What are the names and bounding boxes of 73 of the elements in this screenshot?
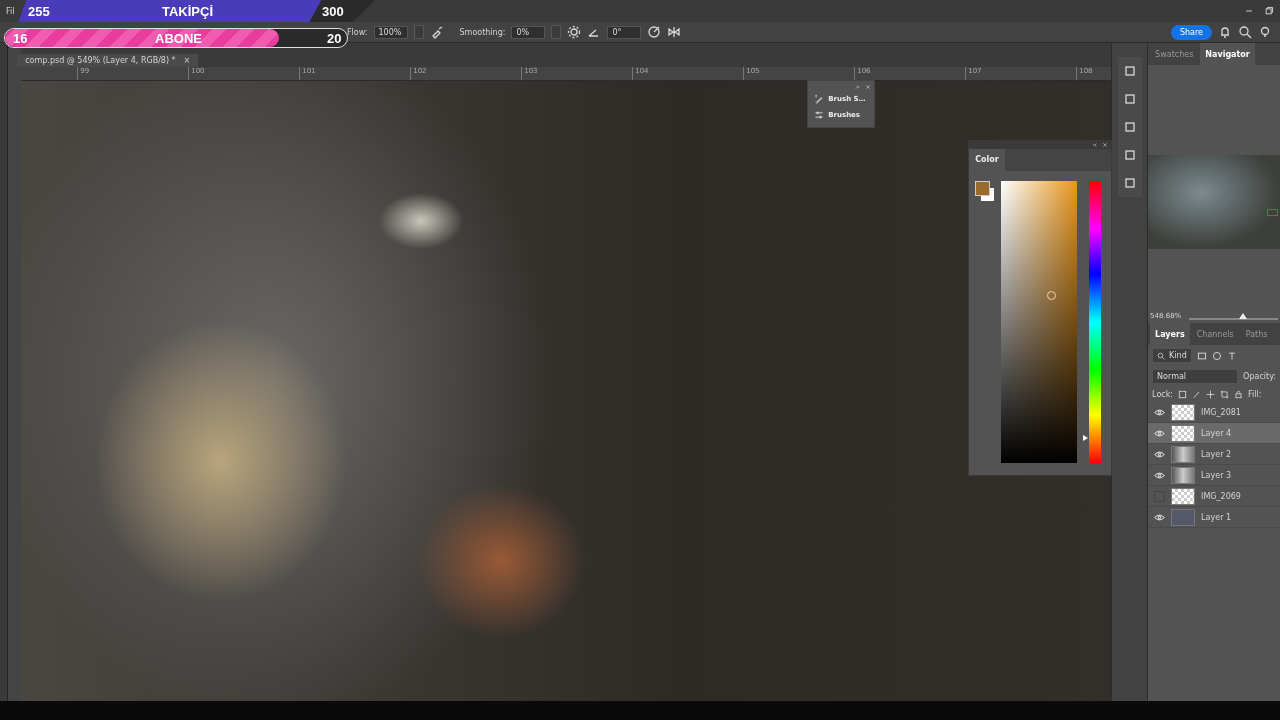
subscriber-count: 16 <box>13 29 28 47</box>
lightbulb-icon[interactable] <box>1258 25 1272 39</box>
document-tab[interactable]: comp.psd @ 549% (Layer 4, RGB/8) * × <box>17 54 199 67</box>
panel-tab[interactable]: Swatches <box>1150 43 1199 65</box>
layer-row[interactable]: Layer 2 <box>1148 444 1280 465</box>
panel-tab[interactable]: Paths <box>1240 323 1273 345</box>
opacity-label: Opacity: <box>1243 372 1276 381</box>
eye-icon[interactable] <box>1154 427 1166 439</box>
eye-icon[interactable] <box>1154 406 1166 418</box>
layer-thumbnail <box>1171 508 1196 526</box>
eye-icon[interactable] <box>1154 448 1166 460</box>
layer-row[interactable]: Layer 1 <box>1148 507 1280 528</box>
settings-icon[interactable] <box>567 25 582 39</box>
menu-item[interactable]: Fil <box>6 6 15 16</box>
follower-count: 255 <box>28 2 50 21</box>
close-icon[interactable] <box>865 84 872 90</box>
layer-thumbnail <box>1171 466 1196 484</box>
view-box[interactable] <box>1267 209 1278 216</box>
pressure-icon[interactable] <box>647 25 662 39</box>
eye-icon[interactable] <box>1154 511 1166 523</box>
sliders-icon[interactable] <box>814 110 825 120</box>
lock-icon[interactable] <box>1234 390 1244 399</box>
type-icon[interactable] <box>1226 350 1237 361</box>
collapse-icon[interactable] <box>1092 142 1099 148</box>
layer-name: Layer 3 <box>1201 470 1232 480</box>
lock-label: Lock: <box>1152 390 1174 399</box>
filter-dropdown[interactable]: Kind <box>1152 348 1192 363</box>
color-field[interactable] <box>1001 181 1078 463</box>
panel-tab[interactable]: Color <box>969 149 1005 171</box>
layer-thumbnail <box>1171 445 1196 463</box>
panel-tab[interactable]: Navigator <box>1200 43 1255 65</box>
layer-thumbnail <box>1171 403 1196 421</box>
hue-slider-thumb[interactable] <box>1083 434 1089 441</box>
move-icon[interactable] <box>1206 390 1216 399</box>
brush-icon[interactable] <box>1192 390 1202 399</box>
crop-icon[interactable] <box>1220 390 1230 399</box>
smoothing-field[interactable]: 0% <box>511 25 546 39</box>
follower-label: TAKİPÇİ <box>162 2 214 21</box>
hue-slider[interactable] <box>1083 181 1104 463</box>
subscriber-label: ABONE <box>155 29 202 47</box>
layer-name: Layer 4 <box>1201 428 1232 438</box>
image-filter-icon[interactable] <box>1196 350 1207 361</box>
subscriber-goal: 20 <box>327 29 342 47</box>
layer-name: Layer 2 <box>1201 449 1232 459</box>
share-button[interactable]: Share <box>1170 24 1212 40</box>
brush-icon[interactable] <box>814 94 825 104</box>
layer-thumbnail <box>1171 487 1196 505</box>
angle-field[interactable]: 0° <box>607 25 642 39</box>
layer-name: IMG_2081 <box>1201 407 1241 417</box>
panel-tab[interactable]: Layers <box>1150 323 1190 345</box>
fill-label: Fill: <box>1248 390 1262 399</box>
flow-label: Flow: <box>347 27 368 37</box>
smoothing-label: Smoothing: <box>459 27 506 37</box>
layer-thumbnail <box>1171 424 1196 442</box>
layer-name: Layer 1 <box>1201 512 1232 522</box>
navigator-thumbnail[interactable] <box>1148 155 1280 249</box>
flow-field[interactable]: 100% <box>373 25 408 39</box>
restore-icon[interactable] <box>1264 6 1274 16</box>
symmetry-icon[interactable] <box>667 25 682 39</box>
painting-canvas[interactable] <box>21 81 1112 701</box>
blend-mode-dropdown[interactable]: Normal <box>1152 369 1239 384</box>
search-icon[interactable] <box>1157 351 1166 360</box>
adjustment-icon[interactable] <box>1211 350 1222 361</box>
layer-row[interactable]: Layer 4 <box>1148 423 1280 444</box>
layer-row[interactable]: Layer 3 <box>1148 465 1280 486</box>
follower-goal: 300 <box>322 2 344 21</box>
layer-row[interactable]: IMG_2069 <box>1148 486 1280 507</box>
layer-name: IMG_2069 <box>1201 491 1241 501</box>
close-icon[interactable] <box>1102 142 1109 148</box>
eye-icon[interactable] <box>1154 469 1166 481</box>
search-icon[interactable] <box>1238 25 1252 39</box>
bell-icon[interactable] <box>1218 25 1232 39</box>
panel-tab[interactable]: Channels <box>1191 323 1239 345</box>
